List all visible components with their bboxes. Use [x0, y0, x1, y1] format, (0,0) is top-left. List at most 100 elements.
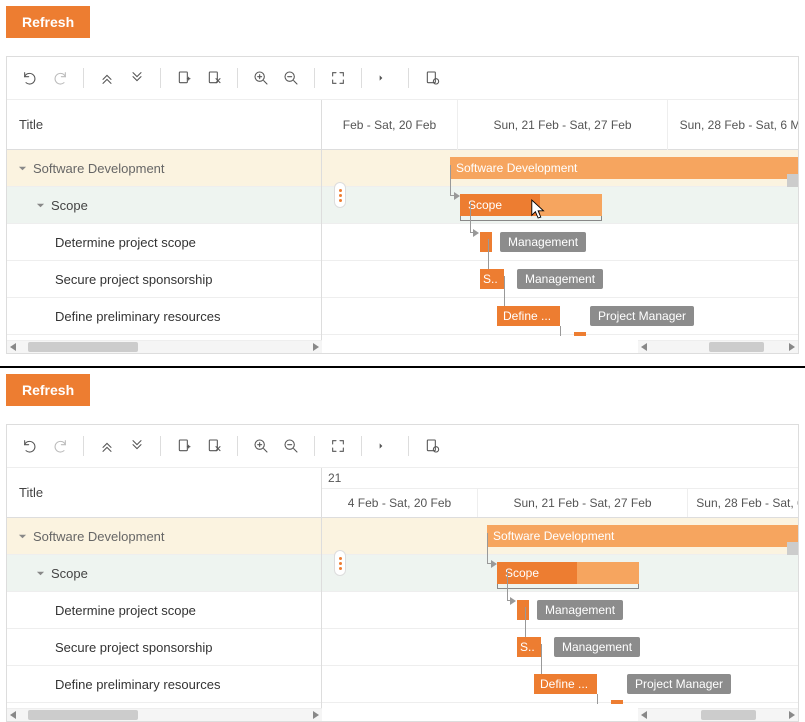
date-period: Sun, 28 Feb - Sat, 6 — [687, 489, 798, 517]
gantt-panel-bottom: Refresh Title — [0, 368, 805, 722]
date-period: Sun, 28 Feb - Sat, 6 M — [667, 100, 798, 150]
fullscreen-icon[interactable] — [325, 433, 351, 459]
gantt-container: Title Software Development Scope Determi… — [6, 424, 799, 722]
task-row[interactable]: Define preliminary resources — [7, 298, 321, 335]
task-grid: Title Software Development Scope Determi… — [7, 100, 322, 353]
task-row[interactable]: Determine project scope — [7, 592, 321, 629]
resource-label: Project Manager — [590, 306, 694, 326]
zoom-out-icon[interactable] — [278, 65, 304, 91]
task-label: Software Development — [33, 161, 165, 176]
task-label: Software Development — [33, 529, 165, 544]
delete-icon[interactable] — [201, 65, 227, 91]
vscroll-thumb[interactable] — [787, 174, 798, 187]
group-bar[interactable]: Scope — [497, 562, 639, 584]
caret-down-icon[interactable] — [17, 163, 27, 173]
settings-icon[interactable] — [419, 65, 445, 91]
timeline-header: Feb - Sat, 20 Feb Sun, 21 Feb - Sat, 27 … — [322, 100, 798, 150]
bar-label: Scope — [468, 198, 502, 212]
collapse-all-icon[interactable] — [94, 65, 120, 91]
timeline-row: Software Development — [322, 150, 798, 187]
timeline-row: Define ... Project Manager — [322, 666, 798, 703]
gantt-toolbar — [7, 57, 798, 100]
task-row-summary[interactable]: Software Development — [7, 518, 321, 555]
indent-icon[interactable] — [372, 433, 398, 459]
gantt-container: Title Software Development Scope Determi… — [6, 56, 799, 354]
summary-bar[interactable]: Software Development — [450, 157, 798, 179]
task-label: Determine project scope — [55, 235, 196, 250]
task-label: Secure project sponsorship — [55, 640, 213, 655]
task-row-summary[interactable]: Software Development — [7, 150, 321, 187]
date-period: Sun, 21 Feb - Sat, 27 Feb — [457, 100, 667, 150]
resource-label: Management — [500, 232, 586, 252]
redo-icon[interactable] — [47, 433, 73, 459]
year-label: 21 — [322, 468, 798, 489]
caret-down-icon[interactable] — [35, 200, 45, 210]
timeline-hscroll[interactable] — [638, 708, 798, 721]
timeline-row: Management — [322, 592, 798, 629]
grid-header-title[interactable]: Title — [7, 468, 321, 518]
task-bar[interactable]: S.. — [480, 269, 504, 289]
zoom-in-icon[interactable] — [248, 65, 274, 91]
add-icon[interactable] — [171, 65, 197, 91]
task-label: Define preliminary resources — [55, 677, 220, 692]
resource-label: Project Manager — [627, 674, 731, 694]
timeline-row: Management — [322, 224, 798, 261]
expand-all-icon[interactable] — [124, 433, 150, 459]
task-row[interactable]: Secure project sponsorship — [7, 629, 321, 666]
vscroll-thumb[interactable] — [787, 542, 798, 555]
timeline-hscroll[interactable] — [638, 340, 798, 353]
task-bar[interactable]: Define ... — [497, 306, 560, 326]
gantt-toolbar — [7, 425, 798, 468]
task-label: Secure project sponsorship — [55, 272, 213, 287]
expand-all-icon[interactable] — [124, 65, 150, 91]
bar-label: S.. — [520, 640, 535, 654]
undo-icon[interactable] — [17, 433, 43, 459]
grid-hscroll[interactable] — [7, 708, 322, 721]
gantt-timeline[interactable]: 21 4 Feb - Sat, 20 Feb Sun, 21 Feb - Sat… — [322, 468, 798, 721]
add-icon[interactable] — [171, 433, 197, 459]
refresh-button[interactable]: Refresh — [6, 374, 90, 406]
timeline-row: Scope — [322, 555, 798, 592]
collapse-all-icon[interactable] — [94, 433, 120, 459]
splitter-handle[interactable] — [334, 550, 346, 576]
resource-label: Management — [554, 637, 640, 657]
task-bar[interactable] — [480, 232, 492, 252]
date-period: Feb - Sat, 20 Feb — [322, 100, 457, 150]
gantt-panel-top: Refresh Title — [0, 0, 805, 354]
refresh-button[interactable]: Refresh — [6, 6, 90, 38]
task-row-group[interactable]: Scope — [7, 187, 321, 224]
bar-label: Define ... — [503, 309, 551, 323]
summary-bar[interactable]: Software Development — [487, 525, 798, 547]
caret-down-icon[interactable] — [35, 568, 45, 578]
zoom-in-icon[interactable] — [248, 433, 274, 459]
task-label: Scope — [51, 566, 88, 581]
settings-icon[interactable] — [419, 433, 445, 459]
task-bar[interactable] — [517, 600, 529, 620]
task-row-group[interactable]: Scope — [7, 555, 321, 592]
fullscreen-icon[interactable] — [325, 65, 351, 91]
task-grid: Title Software Development Scope Determi… — [7, 468, 322, 721]
group-bar[interactable]: Scope — [460, 194, 602, 216]
task-row[interactable]: Define preliminary resources — [7, 666, 321, 703]
task-bar[interactable]: Define ... — [534, 674, 597, 694]
redo-icon[interactable] — [47, 65, 73, 91]
task-bar[interactable]: S.. — [517, 637, 541, 657]
undo-icon[interactable] — [17, 65, 43, 91]
grid-hscroll[interactable] — [7, 340, 322, 353]
timeline-row: S.. Management — [322, 629, 798, 666]
task-row[interactable]: Determine project scope — [7, 224, 321, 261]
delete-icon[interactable] — [201, 433, 227, 459]
gantt-timeline[interactable]: Feb - Sat, 20 Feb Sun, 21 Feb - Sat, 27 … — [322, 100, 798, 353]
timeline-row: S.. Management — [322, 261, 798, 298]
splitter-handle[interactable] — [334, 182, 346, 208]
caret-down-icon[interactable] — [17, 531, 27, 541]
indent-icon[interactable] — [372, 65, 398, 91]
task-row[interactable]: Secure project sponsorship — [7, 261, 321, 298]
bar-label: Define ... — [540, 677, 588, 691]
bar-label: Software Development — [493, 529, 614, 543]
zoom-out-icon[interactable] — [278, 433, 304, 459]
bar-label: Software Development — [456, 161, 577, 175]
resource-label: Management — [537, 600, 623, 620]
grid-header-title[interactable]: Title — [7, 100, 321, 150]
timeline-header: 21 4 Feb - Sat, 20 Feb Sun, 21 Feb - Sat… — [322, 468, 798, 518]
